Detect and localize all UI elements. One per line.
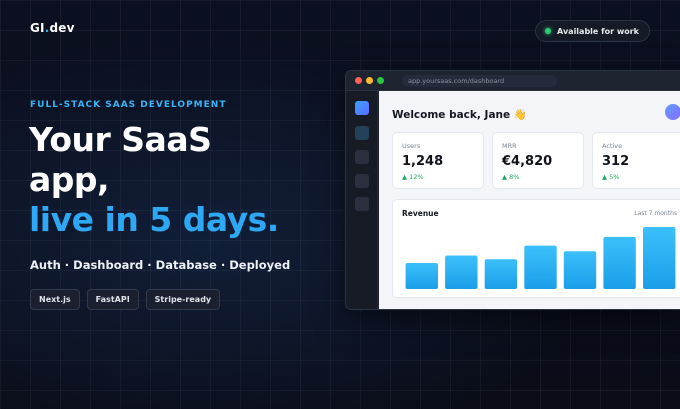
status-dot-icon (545, 28, 552, 34)
headline-line-3: live in 5 days. (29, 200, 279, 239)
hero-headline: Your SaaS app, live in 5 days. (29, 120, 279, 240)
stat-card-users: Users 1,248 ▲ 12% (392, 132, 484, 189)
avatar (665, 104, 680, 120)
revenue-chart-card: Revenue Last 7 months (392, 199, 680, 298)
welcome-heading: Welcome back, Jane 👋 (392, 109, 527, 121)
availability-badge[interactable]: Available for work (535, 20, 650, 42)
chart-title: Revenue (402, 209, 439, 218)
revenue-bar (643, 227, 676, 289)
stat-label: Users (402, 142, 421, 150)
stat-label: Active (602, 142, 623, 150)
sidebar-nav-icon (355, 126, 369, 140)
feature-list: Auth · Dashboard · Database · Deployed (30, 258, 291, 272)
stat-value: 312 (602, 154, 630, 169)
hero-kicker: FULL-STACK SAAS DEVELOPMENT (30, 100, 227, 110)
revenue-bar (445, 255, 478, 289)
stat-delta: ▲ 8% (502, 173, 520, 181)
stat-value: €4,820 (502, 154, 553, 169)
logo-text: GI (30, 21, 45, 35)
chart-range: Last 7 months (634, 210, 677, 217)
tech-chips: Next.js FastAPI Stripe-ready (30, 289, 221, 310)
chip-nextjs[interactable]: Next.js (30, 289, 80, 310)
mockup-sidebar (346, 91, 378, 309)
chip-stripe-ready[interactable]: Stripe-ready (145, 289, 221, 310)
stat-delta: ▲ 5% (602, 173, 620, 181)
close-dot-icon (355, 77, 362, 84)
dashboard-mockup-window: app.yoursaas.com/dashboard Welcome back,… (345, 70, 680, 310)
revenue-bar (603, 236, 636, 289)
stat-card-active: Active 312 ▲ 5% (592, 132, 680, 189)
sidebar-nav-icon (355, 174, 369, 188)
headline-line-1: Your SaaS (29, 120, 212, 159)
revenue-bar (484, 259, 518, 289)
minimize-dot-icon (366, 77, 373, 84)
revenue-bar (563, 251, 597, 289)
revenue-bar (524, 245, 557, 289)
stat-value: 1,248 (402, 154, 444, 169)
stat-delta: ▲ 12% (402, 173, 424, 181)
address-bar: app.yoursaas.com/dashboard (402, 74, 557, 87)
stat-label: MRR (502, 142, 517, 150)
stat-card-mrr: MRR €4,820 ▲ 8% (492, 132, 584, 189)
headline-line-2: app, (29, 160, 110, 199)
mockup-content: Welcome back, Jane 👋 Users 1,248 ▲ 12% M… (379, 91, 680, 309)
chip-fastapi[interactable]: FastAPI (86, 289, 139, 310)
sidebar-logo-icon (355, 101, 369, 115)
availability-label: Available for work (557, 26, 639, 36)
sidebar-nav-icon (355, 197, 369, 211)
logo-tld: dev (49, 21, 75, 35)
brand-logo[interactable]: GI.dev (30, 21, 75, 35)
sidebar-nav-icon (355, 150, 369, 164)
revenue-bar (405, 263, 438, 289)
maximize-dot-icon (377, 77, 384, 84)
window-titlebar: app.yoursaas.com/dashboard (346, 71, 680, 91)
